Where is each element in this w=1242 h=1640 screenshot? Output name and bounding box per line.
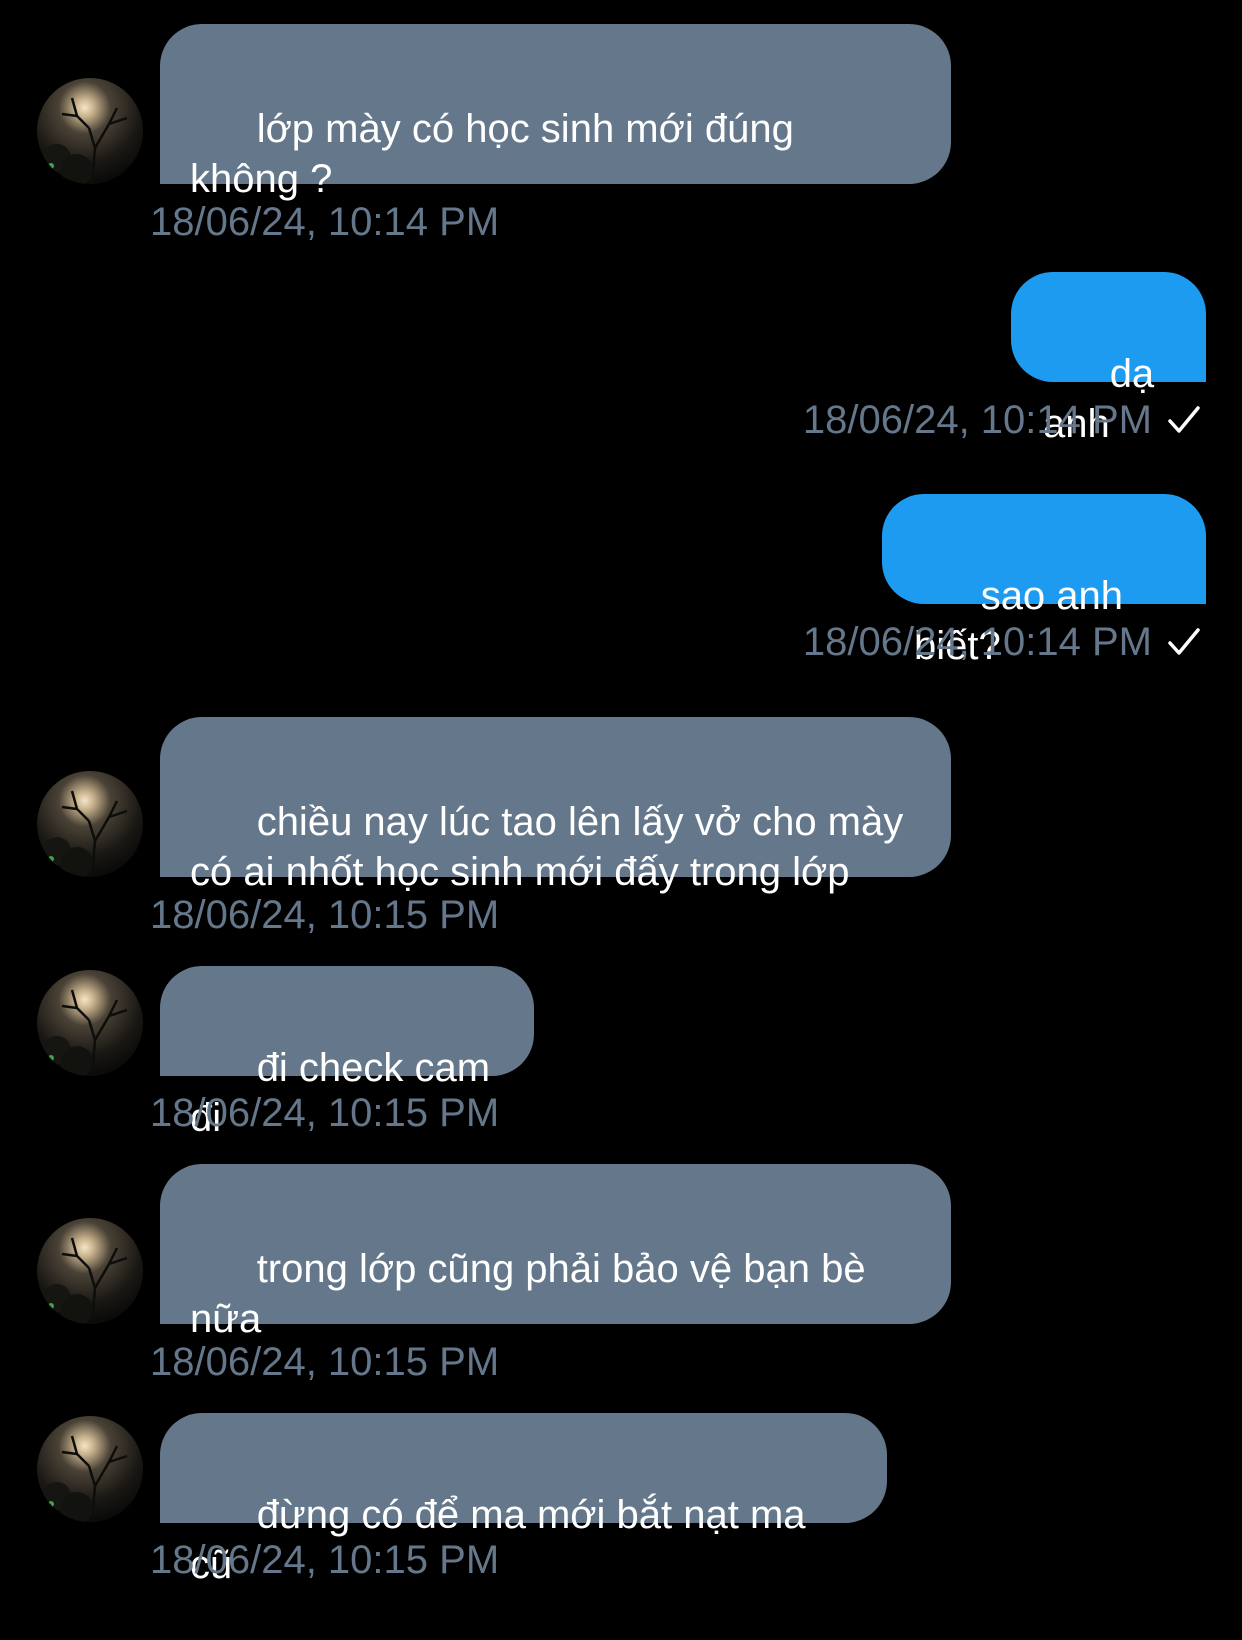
message-timestamp: 18/06/24, 10:14 PM — [802, 620, 1152, 664]
avatar[interactable] — [37, 1218, 143, 1324]
avatar[interactable] — [37, 1416, 143, 1522]
message-bubble[interactable]: lớp mày có học sinh mới đúng không ? — [160, 24, 951, 201]
message-bubble[interactable]: trong lớp cũng phải bảo vệ bạn bè nữa — [160, 1164, 951, 1341]
avatar[interactable] — [37, 771, 143, 877]
message-text: trong lớp cũng phải bảo vệ bạn bè nữa — [190, 1247, 866, 1341]
message-bubble[interactable]: sao anh biết? — [882, 494, 1206, 668]
avatar[interactable] — [37, 78, 143, 184]
message-bubble[interactable]: dạ anh — [1011, 272, 1206, 446]
message-bubble[interactable]: đi check cam đi — [160, 966, 534, 1140]
check-icon — [1168, 628, 1200, 655]
message-bubble[interactable]: đừng có để ma mới bắt nạt ma cũ — [160, 1413, 887, 1587]
message-timestamp: 18/06/24, 10:14 PM — [802, 398, 1152, 442]
message-timestamp: 18/06/24, 10:15 PM — [150, 1091, 500, 1135]
avatar[interactable] — [37, 970, 143, 1076]
message-timestamp: 18/06/24, 10:14 PM — [150, 200, 500, 244]
chat-thread: lớp mày có học sinh mới đúng không ? 18/… — [0, 0, 1242, 1593]
check-icon — [1168, 406, 1200, 433]
message-timestamp: 18/06/24, 10:15 PM — [150, 1340, 500, 1384]
message-text: chiều nay lúc tao lên lấy vở cho mày có … — [190, 800, 904, 894]
message-bubble[interactable]: chiều nay lúc tao lên lấy vở cho mày có … — [160, 717, 951, 894]
message-timestamp: 18/06/24, 10:15 PM — [150, 893, 500, 937]
message-timestamp: 18/06/24, 10:15 PM — [150, 1538, 500, 1582]
message-text: lớp mày có học sinh mới đúng không ? — [190, 107, 794, 201]
